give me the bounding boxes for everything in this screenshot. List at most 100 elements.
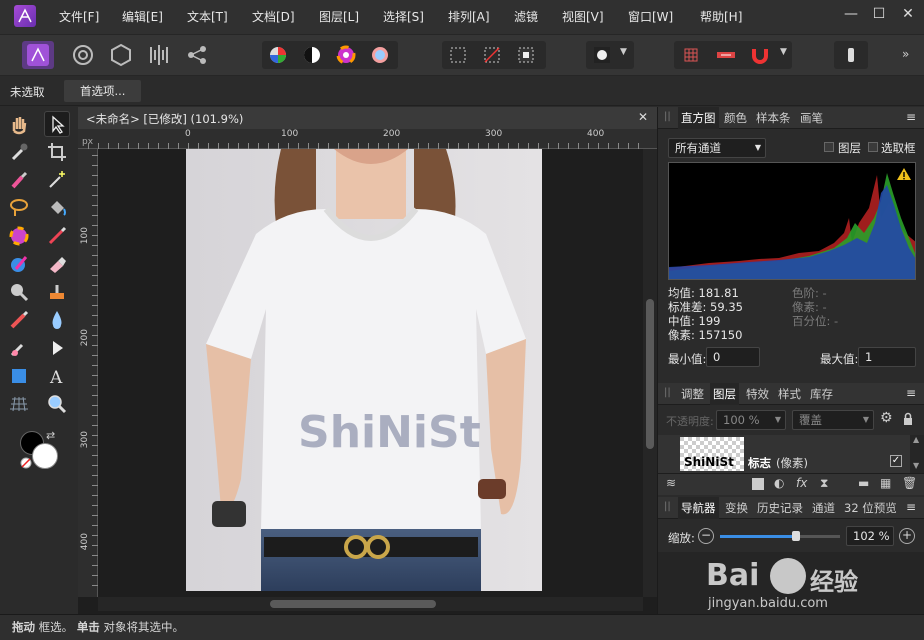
clone-brush-tool-icon[interactable]	[44, 279, 70, 305]
menu-filters[interactable]: 滤镜	[512, 0, 540, 34]
maximize-button[interactable]: ☐	[864, 0, 894, 30]
vertical-ruler[interactable]: 100 200 300 400	[78, 149, 98, 597]
develop-persona-icon[interactable]	[106, 41, 136, 69]
menu-select[interactable]: 选择[S]	[381, 0, 426, 34]
layers-scrollbar[interactable]: ▲ ▼	[910, 435, 924, 473]
layer-visibility-checkbox[interactable]: ✓	[890, 455, 902, 467]
tab-brushes[interactable]: 画笔	[797, 107, 826, 129]
min-value-field[interactable]: 0	[706, 347, 760, 367]
navigator-preview[interactable]: Bai 经验 jingyan.baidu.com	[658, 552, 924, 614]
freehand-selection-tool-icon[interactable]	[6, 195, 32, 221]
document-tab[interactable]: <未命名> [已修改] (101.9%) ✕	[78, 107, 657, 129]
flood-select-tool-icon[interactable]	[44, 167, 70, 193]
max-value-field[interactable]: 1	[858, 347, 916, 367]
zoom-in-button[interactable]: +	[899, 528, 915, 544]
selection-checkbox[interactable]	[868, 142, 878, 152]
image-canvas[interactable]: ShiNiSt	[186, 149, 542, 591]
tab-32bit-preview[interactable]: 32 位预览	[841, 497, 900, 519]
panel-menu-icon[interactable]: ≡	[906, 386, 916, 400]
vertical-scroll-thumb[interactable]	[646, 299, 654, 449]
assistant-button[interactable]	[834, 41, 868, 69]
zoom-value-field[interactable]: 102 %	[846, 526, 894, 546]
dodge-tool-icon[interactable]	[6, 279, 32, 305]
minimize-button[interactable]: —	[836, 0, 866, 30]
photo-persona-icon[interactable]	[22, 41, 54, 69]
tab-history[interactable]: 历史记录	[754, 497, 806, 519]
vertical-scrollbar[interactable]	[643, 149, 657, 597]
horizontal-ruler[interactable]: px 0 100 200 300 400	[78, 129, 657, 149]
adjustment-layer-icon[interactable]: ◐	[774, 476, 784, 490]
healing-brush-tool-icon[interactable]	[6, 307, 32, 333]
tone-mapping-persona-icon[interactable]	[144, 41, 174, 69]
panel-grip-icon[interactable]: ||	[664, 387, 671, 398]
fill-tool-icon[interactable]	[44, 195, 70, 221]
pixel-tool-icon[interactable]	[6, 251, 32, 277]
node-tool-icon[interactable]	[44, 335, 70, 361]
zoom-slider-handle[interactable]	[792, 531, 800, 541]
panel-menu-icon[interactable]: ≡	[906, 110, 916, 124]
opacity-field[interactable]: 100 % ▼	[716, 410, 786, 430]
menu-edit[interactable]: 编辑[E]	[120, 0, 165, 34]
menu-layer[interactable]: 图层[L]	[317, 0, 361, 34]
blend-mode-select[interactable]: 覆盖 ▼	[792, 410, 874, 430]
panel-grip-icon[interactable]: ||	[664, 501, 671, 512]
menu-help[interactable]: 帮助[H]	[698, 0, 744, 34]
smudge-brush-tool-icon[interactable]	[6, 335, 32, 361]
zoom-tool-icon[interactable]	[44, 391, 70, 417]
crop-tool-icon[interactable]	[44, 139, 70, 165]
menu-window[interactable]: 窗口[W]	[626, 0, 675, 34]
group-folder-icon[interactable]: ▬	[858, 476, 869, 490]
zoom-slider[interactable]	[720, 531, 840, 541]
tab-navigator[interactable]: 导航器	[678, 497, 719, 519]
gear-icon[interactable]: ⚙	[880, 410, 893, 426]
blur-brush-tool-icon[interactable]	[44, 307, 70, 333]
paint-brush-tool-icon[interactable]	[44, 223, 70, 249]
menu-text[interactable]: 文本[T]	[185, 0, 230, 34]
tab-layers[interactable]: 图层	[710, 383, 739, 405]
zoom-out-button[interactable]: −	[698, 528, 714, 544]
panel-grip-icon[interactable]: ||	[664, 111, 671, 122]
rectangle-tool-icon[interactable]	[6, 363, 32, 389]
color-replacement-tool-icon[interactable]	[6, 223, 32, 249]
menu-document[interactable]: 文档[D]	[250, 0, 297, 34]
artistic-text-tool-icon[interactable]: A	[44, 363, 70, 389]
add-pixel-layer-icon[interactable]: ▦	[880, 476, 891, 490]
tab-channels[interactable]: 通道	[809, 497, 838, 519]
live-filter-icon[interactable]: ⧗	[820, 476, 828, 491]
mask-layer-icon[interactable]	[752, 478, 764, 490]
move-tool-icon[interactable]	[44, 111, 70, 137]
fx-icon[interactable]: fx	[796, 476, 807, 490]
horizontal-scrollbar[interactable]	[98, 597, 643, 611]
layers-stack-icon[interactable]: ≋	[666, 476, 676, 490]
chevron-down-icon[interactable]: ▼	[780, 47, 787, 57]
view-tool-hand-icon[interactable]	[6, 111, 32, 137]
mesh-warp-tool-icon[interactable]	[6, 391, 32, 417]
menu-file[interactable]: 文件[F]	[57, 0, 101, 34]
horizontal-scroll-thumb[interactable]	[270, 600, 436, 608]
close-document-icon[interactable]: ✕	[638, 110, 648, 124]
layer-checkbox[interactable]	[824, 142, 834, 152]
tab-stock[interactable]: 库存	[807, 383, 836, 405]
chevron-down-icon[interactable]: ▼	[620, 47, 627, 57]
tab-color[interactable]: 颜色	[721, 107, 750, 129]
tab-styles[interactable]: 样式	[775, 383, 804, 405]
toolbar-overflow-icon[interactable]: »	[902, 47, 909, 61]
preferences-button[interactable]: 首选项...	[64, 80, 142, 102]
swap-colors-icon[interactable]: ⇄	[46, 429, 55, 442]
erase-brush-tool-icon[interactable]	[44, 251, 70, 277]
tab-adjustments[interactable]: 调整	[678, 383, 707, 405]
tab-swatches[interactable]: 样本条	[753, 107, 794, 129]
tab-histogram[interactable]: 直方图	[678, 107, 719, 129]
channel-select[interactable]: 所有通道 ▼	[668, 138, 766, 158]
tab-effects[interactable]: 特效	[743, 383, 772, 405]
delete-layer-icon[interactable]: 🗑	[902, 476, 917, 490]
close-window-button[interactable]: ✕	[893, 0, 923, 30]
selection-brush-tool-icon[interactable]	[6, 167, 32, 193]
secondary-color-swatch[interactable]	[32, 443, 58, 469]
tab-transform[interactable]: 变换	[722, 497, 751, 519]
lock-icon[interactable]	[902, 412, 914, 426]
layer-row[interactable]: ShiNiSt 标志 (像素) ✓	[658, 435, 910, 473]
export-persona-icon[interactable]	[182, 41, 212, 69]
menu-arrange[interactable]: 排列[A]	[446, 0, 492, 34]
color-picker-tool-icon[interactable]	[6, 139, 32, 165]
